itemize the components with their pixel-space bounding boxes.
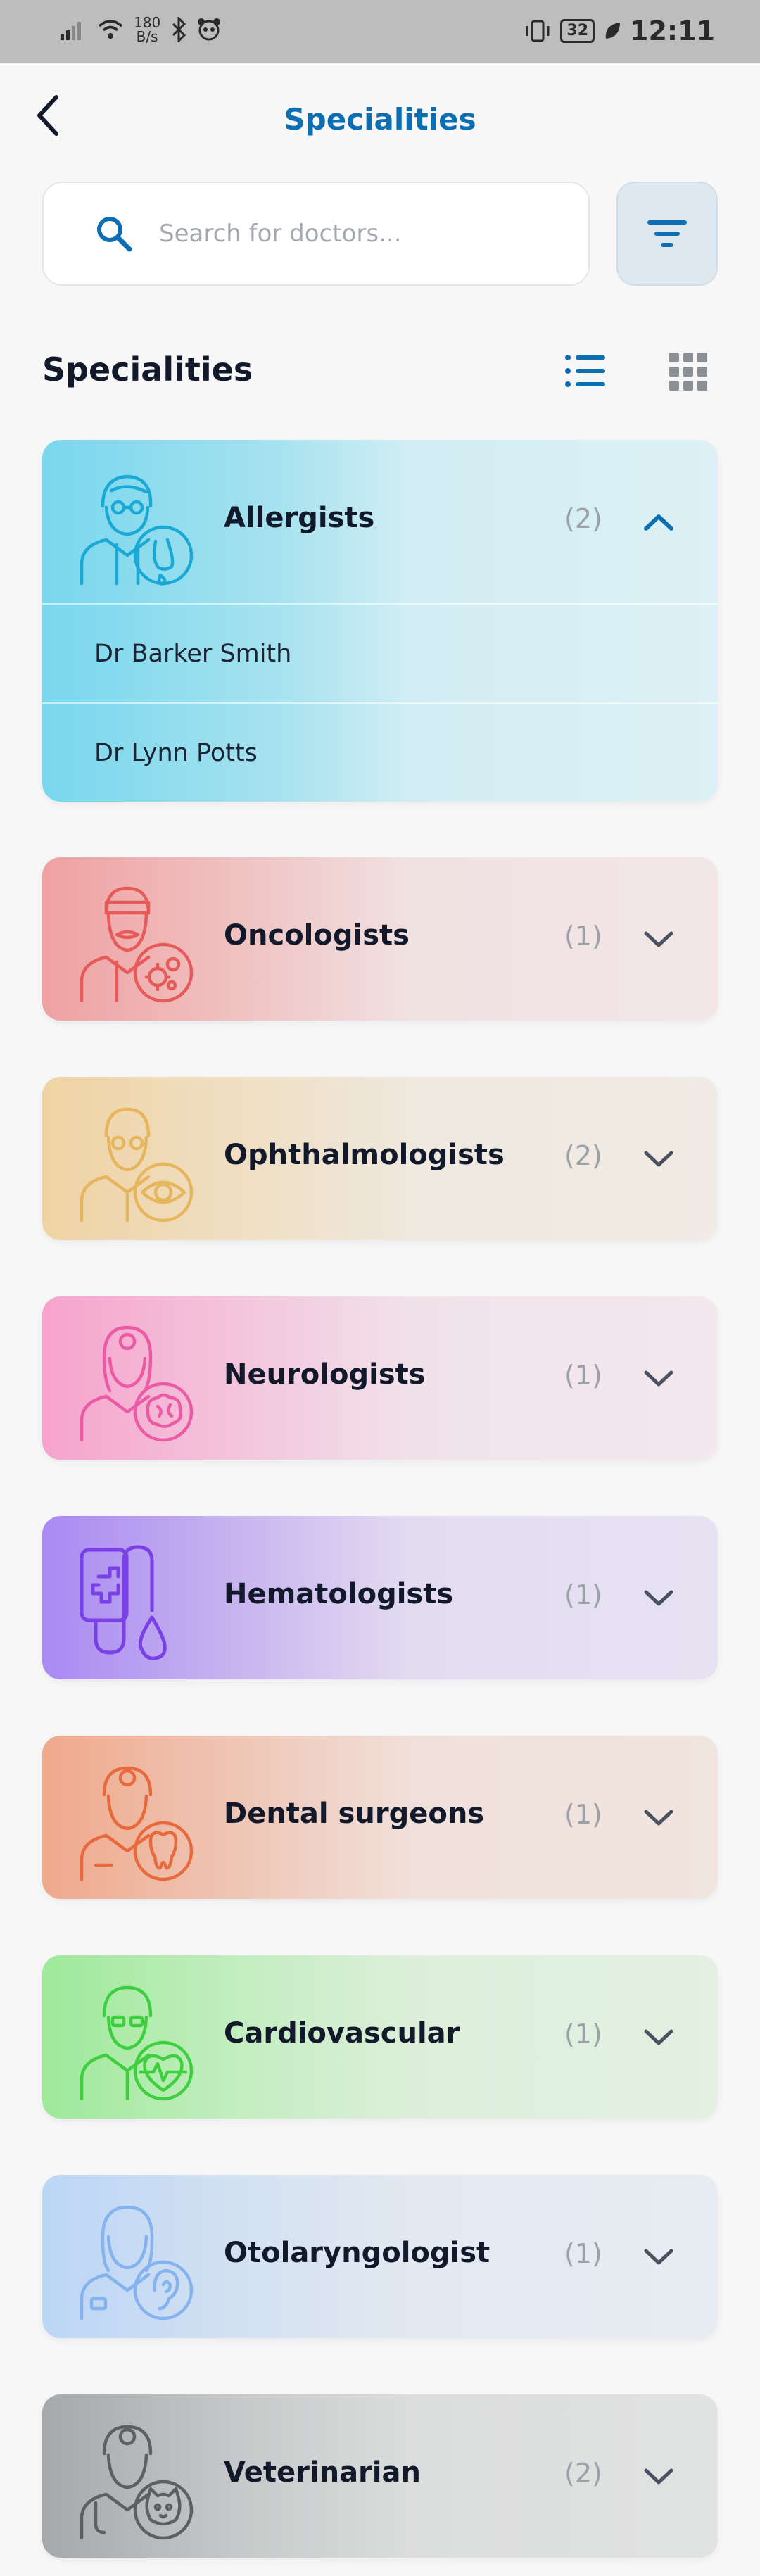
- speciality-header-allergists[interactable]: Allergists (2): [42, 440, 718, 603]
- speciality-card-neurologists[interactable]: Neurologists (1): [42, 1296, 718, 1460]
- doctor-list-item[interactable]: Dr Lynn Potts: [42, 702, 718, 802]
- page-title: Specialities: [284, 102, 476, 137]
- doctor-count: (1): [564, 1579, 602, 1610]
- chevron-up-icon: [644, 514, 673, 531]
- search-bar: [42, 182, 590, 286]
- expand-button[interactable]: [639, 922, 678, 957]
- speciality-label: Neurologists: [224, 1358, 426, 1391]
- expand-button[interactable]: [639, 2459, 678, 2494]
- speciality-card-oncologists[interactable]: Oncologists (1): [42, 857, 718, 1021]
- expand-button[interactable]: [639, 1581, 678, 1616]
- speciality-label: Cardiovascular: [224, 2017, 460, 2050]
- speciality-card-allergists: Allergists (2) Dr Barker Smith Dr Lynn P…: [42, 440, 718, 802]
- doctor-name: Dr Lynn Potts: [94, 738, 258, 767]
- oncologist-doctor-icon: [80, 886, 194, 1003]
- chevron-down-icon: [644, 1810, 673, 1826]
- chevron-down-icon: [644, 1590, 673, 1606]
- signal-icon: [61, 22, 81, 40]
- allergist-doctor-icon: [80, 474, 194, 586]
- speciality-card-veterinarian[interactable]: Veterinarian (2): [42, 2394, 718, 2558]
- doctor-name: Dr Barker Smith: [94, 639, 292, 668]
- veterinarian-doctor-icon: [80, 2425, 194, 2540]
- speciality-label: Oncologists: [224, 919, 410, 952]
- chevron-down-icon: [644, 931, 673, 947]
- expand-button[interactable]: [639, 1800, 678, 1836]
- chevron-down-icon: [644, 1151, 673, 1167]
- filter-icon: [647, 220, 687, 247]
- speciality-label: Ophthalmologists: [224, 1139, 505, 1171]
- speciality-card-cardiovascular[interactable]: Cardiovascular (1): [42, 1955, 718, 2119]
- wifi-icon: [98, 20, 123, 39]
- expand-button[interactable]: [639, 2240, 678, 2275]
- filter-button[interactable]: [616, 182, 718, 286]
- bluetooth-icon: [172, 17, 186, 42]
- doctor-count: (2): [564, 2458, 602, 2489]
- speciality-card-otolaryngologist[interactable]: Otolaryngologist (1): [42, 2175, 718, 2338]
- speciality-label: Allergists: [224, 502, 375, 534]
- vibrate-icon: [526, 20, 550, 42]
- iv-drip-blood-icon: [80, 1545, 167, 1660]
- network-speed: 180 B/s: [134, 14, 161, 45]
- doctor-count: (1): [564, 1360, 602, 1391]
- list-view-button[interactable]: [564, 352, 607, 390]
- speciality-card-ophthalmologists[interactable]: Ophthalmologists (2): [42, 1077, 718, 1240]
- speciality-label: Hematologists: [224, 1578, 454, 1610]
- search-icon: [94, 214, 134, 253]
- expand-button[interactable]: [639, 1142, 678, 1177]
- ophthalmologist-doctor-icon: [80, 1107, 194, 1223]
- grid-view-button[interactable]: [669, 352, 708, 391]
- speciality-label: Veterinarian: [224, 2456, 421, 2489]
- collapse-button[interactable]: [639, 505, 678, 540]
- expand-button[interactable]: [639, 1361, 678, 1396]
- panda-icon: [198, 18, 221, 41]
- leaf-icon: [605, 23, 621, 39]
- grid-view-icon: [669, 353, 707, 391]
- chevron-down-icon: [644, 2249, 673, 2265]
- section-title: Specialities: [42, 351, 253, 389]
- doctor-count: (2): [564, 503, 602, 534]
- neurologist-doctor-icon: [80, 1325, 194, 1442]
- doctor-count: (2): [564, 1140, 602, 1171]
- dentist-doctor-icon: [80, 1766, 194, 1881]
- doctor-count: (1): [564, 2019, 602, 2050]
- status-bar: 180 B/s 32 12:11: [0, 0, 760, 63]
- speciality-label: Otolaryngologist: [224, 2237, 490, 2269]
- expand-button[interactable]: [639, 2020, 678, 2055]
- battery-indicator: 32: [560, 19, 595, 43]
- chevron-down-icon: [644, 2029, 673, 2045]
- cardiologist-doctor-icon: [80, 1985, 194, 2101]
- chevron-down-icon: [644, 1370, 673, 1387]
- doctor-count: (1): [564, 1799, 602, 1830]
- ent-doctor-icon: [80, 2205, 194, 2321]
- doctor-count: (1): [564, 2238, 602, 2269]
- speciality-card-hematologists[interactable]: Hematologists (1): [42, 1516, 718, 1679]
- doctor-list-item[interactable]: Dr Barker Smith: [42, 603, 718, 702]
- chevron-down-icon: [644, 2468, 673, 2485]
- list-view-icon: [565, 355, 605, 387]
- app-header: Specialities: [0, 63, 760, 183]
- doctor-count: (1): [564, 921, 602, 952]
- clock: 12:11: [630, 15, 715, 46]
- speciality-card-dental-surgeons[interactable]: Dental surgeons (1): [42, 1736, 718, 1899]
- speciality-label: Dental surgeons: [224, 1798, 485, 1830]
- search-input[interactable]: [159, 220, 525, 248]
